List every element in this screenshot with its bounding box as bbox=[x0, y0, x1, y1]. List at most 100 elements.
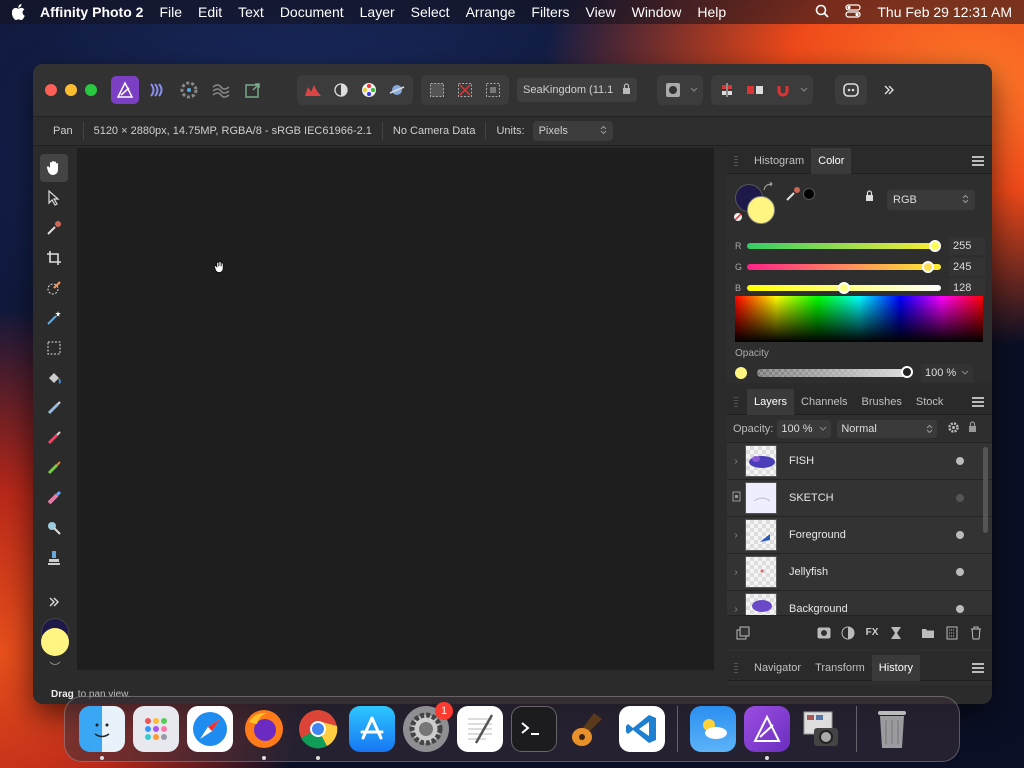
layer-row-fish[interactable]: › FISH bbox=[727, 443, 992, 480]
trash-icon[interactable] bbox=[869, 706, 915, 752]
paint-brush-tool-icon[interactable] bbox=[40, 424, 68, 452]
zoom-window-button[interactable] bbox=[85, 84, 97, 96]
menu-text[interactable]: Text bbox=[238, 4, 264, 20]
gear-icon[interactable] bbox=[947, 421, 960, 437]
fill-tool-icon[interactable] bbox=[40, 364, 68, 392]
lock-icon[interactable] bbox=[865, 190, 874, 205]
menu-filters[interactable]: Filters bbox=[531, 4, 569, 20]
color-spectrum[interactable] bbox=[735, 296, 983, 342]
expand-chevron-icon[interactable]: › bbox=[727, 604, 745, 615]
terminal-icon[interactable] bbox=[511, 706, 557, 752]
primary-color-swatch[interactable] bbox=[747, 196, 775, 224]
trash-icon[interactable] bbox=[968, 625, 984, 641]
layer-visibility-toggle[interactable] bbox=[956, 531, 964, 539]
layer-visibility-toggle[interactable] bbox=[956, 494, 964, 502]
blue-slider-knob[interactable] bbox=[838, 282, 850, 294]
units-select[interactable]: Pixels bbox=[532, 121, 613, 141]
opacity-slider[interactable] bbox=[757, 366, 913, 378]
swap-colors-icon[interactable] bbox=[49, 658, 61, 665]
flood-select-tool-icon[interactable] bbox=[40, 304, 68, 332]
panel-grip-icon[interactable] bbox=[734, 156, 738, 166]
layer-row-jellyfish[interactable]: › Jellyfish bbox=[727, 554, 992, 591]
tab-navigator[interactable]: Navigator bbox=[747, 655, 808, 681]
new-pixel-layer-icon[interactable] bbox=[944, 625, 960, 641]
launchpad-icon[interactable] bbox=[133, 706, 179, 752]
layer-row-background[interactable]: › Background bbox=[727, 591, 992, 615]
quick-mask-icon[interactable] bbox=[659, 76, 687, 104]
export-persona-icon[interactable] bbox=[239, 76, 267, 104]
red-value-field[interactable]: 255 bbox=[949, 237, 985, 255]
no-color-icon[interactable] bbox=[733, 212, 743, 225]
move-tool-icon[interactable] bbox=[40, 184, 68, 212]
menu-file[interactable]: File bbox=[159, 4, 182, 20]
panel-menu-icon[interactable] bbox=[972, 662, 984, 673]
eyedropper-icon[interactable] bbox=[785, 186, 801, 205]
opacity-slider-knob[interactable] bbox=[901, 366, 913, 378]
layer-visibility-toggle[interactable] bbox=[956, 605, 964, 613]
panel-menu-icon[interactable] bbox=[972, 155, 984, 166]
live-filter-fx-icon[interactable]: FX bbox=[864, 625, 880, 641]
pixel-tool-icon[interactable] bbox=[40, 394, 68, 422]
chevron-down-icon[interactable] bbox=[797, 76, 811, 104]
green-slider[interactable] bbox=[747, 261, 941, 273]
layer-row-sketch[interactable]: SKETCH bbox=[727, 480, 992, 517]
assistant-icon[interactable] bbox=[837, 76, 865, 104]
tab-histogram[interactable]: Histogram bbox=[747, 148, 811, 174]
auto-white-balance-icon[interactable] bbox=[383, 76, 411, 104]
color-model-select[interactable]: RGB bbox=[887, 190, 975, 210]
menu-select[interactable]: Select bbox=[411, 4, 450, 20]
expand-chevron-icon[interactable]: › bbox=[727, 456, 745, 467]
menu-bar-clock[interactable]: Thu Feb 29 12:31 AM bbox=[877, 4, 1012, 20]
auto-contrast-icon[interactable] bbox=[327, 76, 355, 104]
system-settings-icon[interactable]: 1 bbox=[403, 702, 453, 752]
tone-mapping-persona-icon[interactable] bbox=[207, 76, 235, 104]
minimize-window-button[interactable] bbox=[65, 84, 77, 96]
erase-brush-tool-icon[interactable] bbox=[40, 484, 68, 512]
layers-scrollbar[interactable] bbox=[983, 447, 988, 533]
auto-colors-icon[interactable] bbox=[355, 76, 383, 104]
tab-layers[interactable]: Layers bbox=[747, 388, 795, 415]
mixer-brush-tool-icon[interactable] bbox=[40, 454, 68, 482]
visual-studio-code-icon[interactable] bbox=[619, 706, 665, 752]
hand-tool-icon[interactable] bbox=[40, 154, 68, 182]
chevron-down-icon[interactable] bbox=[687, 76, 701, 104]
red-slider[interactable] bbox=[747, 240, 941, 252]
tab-stock[interactable]: Stock bbox=[909, 389, 951, 415]
garageband-icon[interactable] bbox=[565, 706, 611, 752]
new-group-folder-icon[interactable] bbox=[920, 625, 936, 641]
menu-window[interactable]: Window bbox=[632, 4, 682, 20]
menu-arrange[interactable]: Arrange bbox=[466, 4, 516, 20]
more-tools-icon[interactable] bbox=[40, 594, 68, 610]
mask-layer-icon[interactable] bbox=[816, 625, 832, 641]
select-all-icon[interactable] bbox=[423, 76, 451, 104]
tab-brushes[interactable]: Brushes bbox=[855, 389, 909, 415]
lock-icon[interactable] bbox=[968, 421, 977, 436]
menu-layer[interactable]: Layer bbox=[360, 4, 395, 20]
layer-opacity-field[interactable]: 100 % bbox=[777, 419, 832, 438]
dodge-tool-icon[interactable] bbox=[40, 514, 68, 542]
color-picker-tool-icon[interactable] bbox=[40, 214, 68, 242]
firefox-icon[interactable] bbox=[241, 706, 287, 760]
selection-brush-tool-icon[interactable] bbox=[40, 274, 68, 302]
tab-transform[interactable]: Transform bbox=[808, 655, 872, 681]
app-store-icon[interactable] bbox=[349, 706, 395, 752]
opacity-value-field[interactable]: 100 % bbox=[921, 364, 973, 382]
menu-help[interactable]: Help bbox=[697, 4, 726, 20]
layer-visibility-toggle[interactable] bbox=[956, 457, 964, 465]
control-center-icon[interactable] bbox=[845, 3, 861, 21]
spotlight-search-icon[interactable] bbox=[815, 4, 829, 21]
tab-color[interactable]: Color bbox=[811, 147, 852, 174]
live-filter-icon[interactable] bbox=[888, 625, 904, 641]
alignment-icon[interactable] bbox=[713, 76, 741, 104]
chrome-icon[interactable] bbox=[295, 706, 341, 760]
clone-tool-icon[interactable] bbox=[40, 544, 68, 572]
adjustment-layer-icon[interactable] bbox=[840, 625, 856, 641]
double-chevron-right-icon[interactable] bbox=[875, 76, 903, 104]
apple-menu-icon[interactable] bbox=[12, 4, 26, 20]
tab-channels[interactable]: Channels bbox=[794, 389, 854, 415]
menu-view[interactable]: View bbox=[586, 4, 616, 20]
photo-persona-icon[interactable] bbox=[111, 76, 139, 104]
red-slider-knob[interactable] bbox=[929, 240, 941, 252]
green-slider-knob[interactable] bbox=[921, 261, 934, 273]
panel-grip-icon[interactable] bbox=[734, 397, 738, 407]
